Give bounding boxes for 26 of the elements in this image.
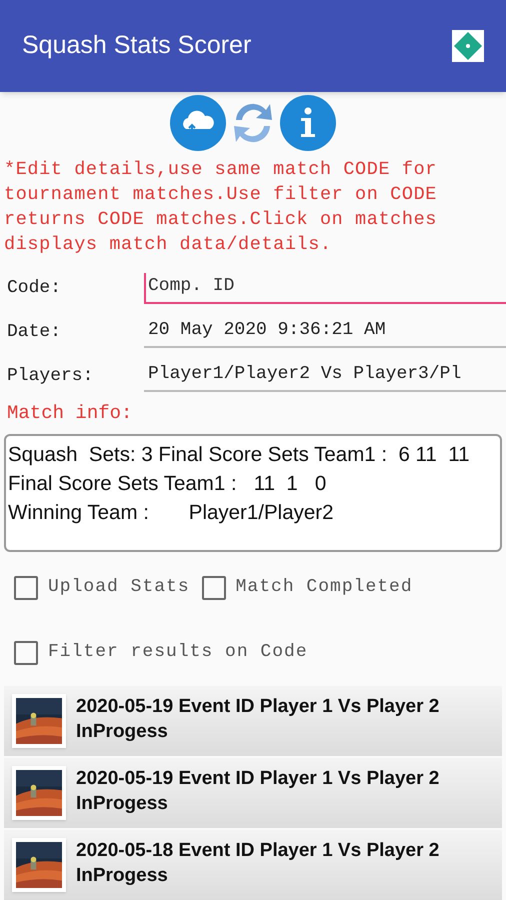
match-status: InProgess: [76, 720, 169, 744]
text-field[interactable]: Comp. ID: [144, 272, 506, 304]
match-title: 2020-05-19 Event ID Player 1 Vs Player 2: [76, 695, 440, 719]
match-info-line: Final Score Sets Team1 : 11 1 0: [8, 470, 328, 496]
instructions-text: *Edit details,use same match CODE for tournament matches.Use filter on CODE returns CODE matches.Click on matches displays match data/details.: [3, 158, 438, 257]
match-list-item[interactable]: 2020-05-18 Event ID Player 1 Vs Player 2 InProgess: [4, 830, 502, 900]
match-list-item[interactable]: 2020-05-19 Event ID Player 1 Vs Player 2 InProgess: [4, 686, 502, 756]
match-info-line: Squash Sets: 3 Final Score Sets Team1 : 6 11 11: [8, 442, 471, 468]
app-title: Squash Stats Scorer: [22, 30, 252, 62]
field-label: Date:: [6, 320, 62, 344]
checkbox[interactable]: Match Completed: [202, 574, 413, 601]
match-title: 2020-05-18 Event ID Player 1 Vs Player 2: [76, 839, 440, 863]
field-label: Code:: [6, 276, 62, 300]
match-status: InProgess: [76, 792, 169, 816]
text-field[interactable]: Player1/Player2 Vs Player3/Pl: [144, 360, 506, 392]
match-info-line: Winning Team : Player1/Player2: [8, 500, 334, 526]
match-title: 2020-05-19 Event ID Player 1 Vs Player 2: [76, 767, 440, 791]
match-list-item[interactable]: 2020-05-19 Event ID Player 1 Vs Player 2 InProgess: [4, 758, 502, 828]
checkbox[interactable]: Upload Stats: [14, 574, 190, 601]
match-info-label: Match info:: [6, 401, 134, 426]
match-status: InProgess: [76, 864, 169, 888]
cloud-upload-icon[interactable]: [170, 95, 226, 151]
field-label: Players:: [6, 364, 94, 388]
info-icon[interactable]: [280, 95, 336, 151]
text-field[interactable]: 20 May 2020 9:36:21 AM: [144, 316, 506, 348]
checkbox[interactable]: Filter results on Code: [14, 639, 492, 666]
